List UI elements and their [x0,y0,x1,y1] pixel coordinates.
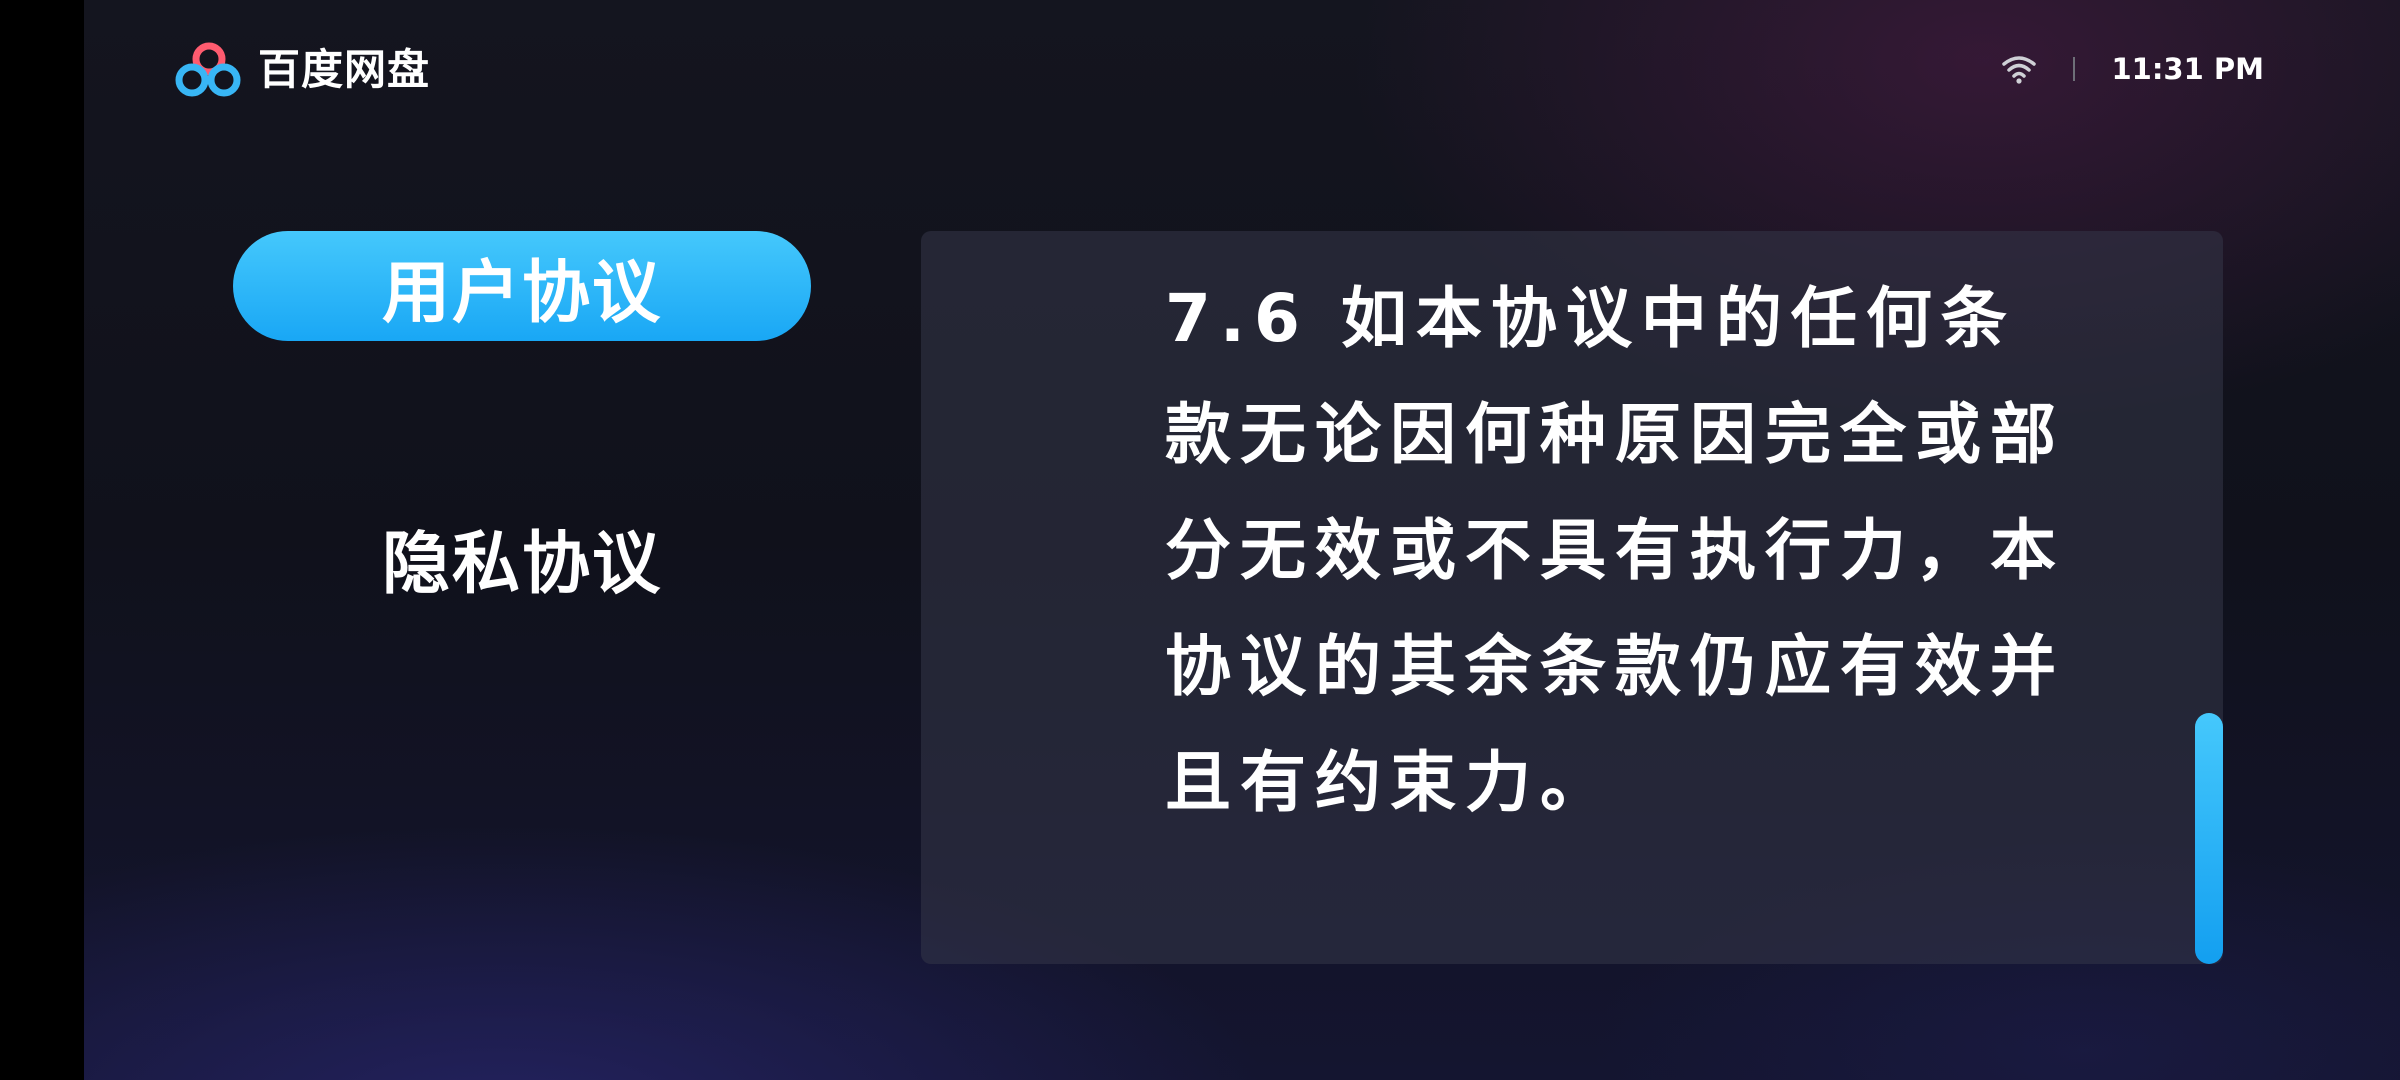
menu-item-label: 隐私协议 [381,524,662,604]
tv-screen: 百度网盘 11:31 PM 用户协议 隐私协议 7.6 如本协议中的任何条款无论… [84,0,2400,1080]
agreement-text: 7.6 如本协议中的任何条款无论因何种原因完全或部分无效或不具有执行力，本协议的… [1165,280,2065,821]
app-logo: 百度网盘 [172,40,430,100]
app-name: 百度网盘 [258,45,431,94]
menu-item-label: 用户协议 [381,253,662,333]
menu-item-privacy-agreement[interactable]: 隐私协议 [233,502,811,612]
agreement-content-panel[interactable]: 7.6 如本协议中的任何条款无论因何种原因完全或部分无效或不具有执行力，本协议的… [921,231,2223,964]
status-bar: 11:31 PM [2001,52,2264,86]
wifi-icon [2002,56,2037,84]
baidu-netdisk-logo-icon [175,42,241,97]
scrollbar-thumb[interactable] [2195,713,2223,964]
clock-time: 11:31 PM [2111,52,2264,86]
status-divider [2073,57,2076,81]
menu-item-user-agreement[interactable]: 用户协议 [233,231,811,341]
